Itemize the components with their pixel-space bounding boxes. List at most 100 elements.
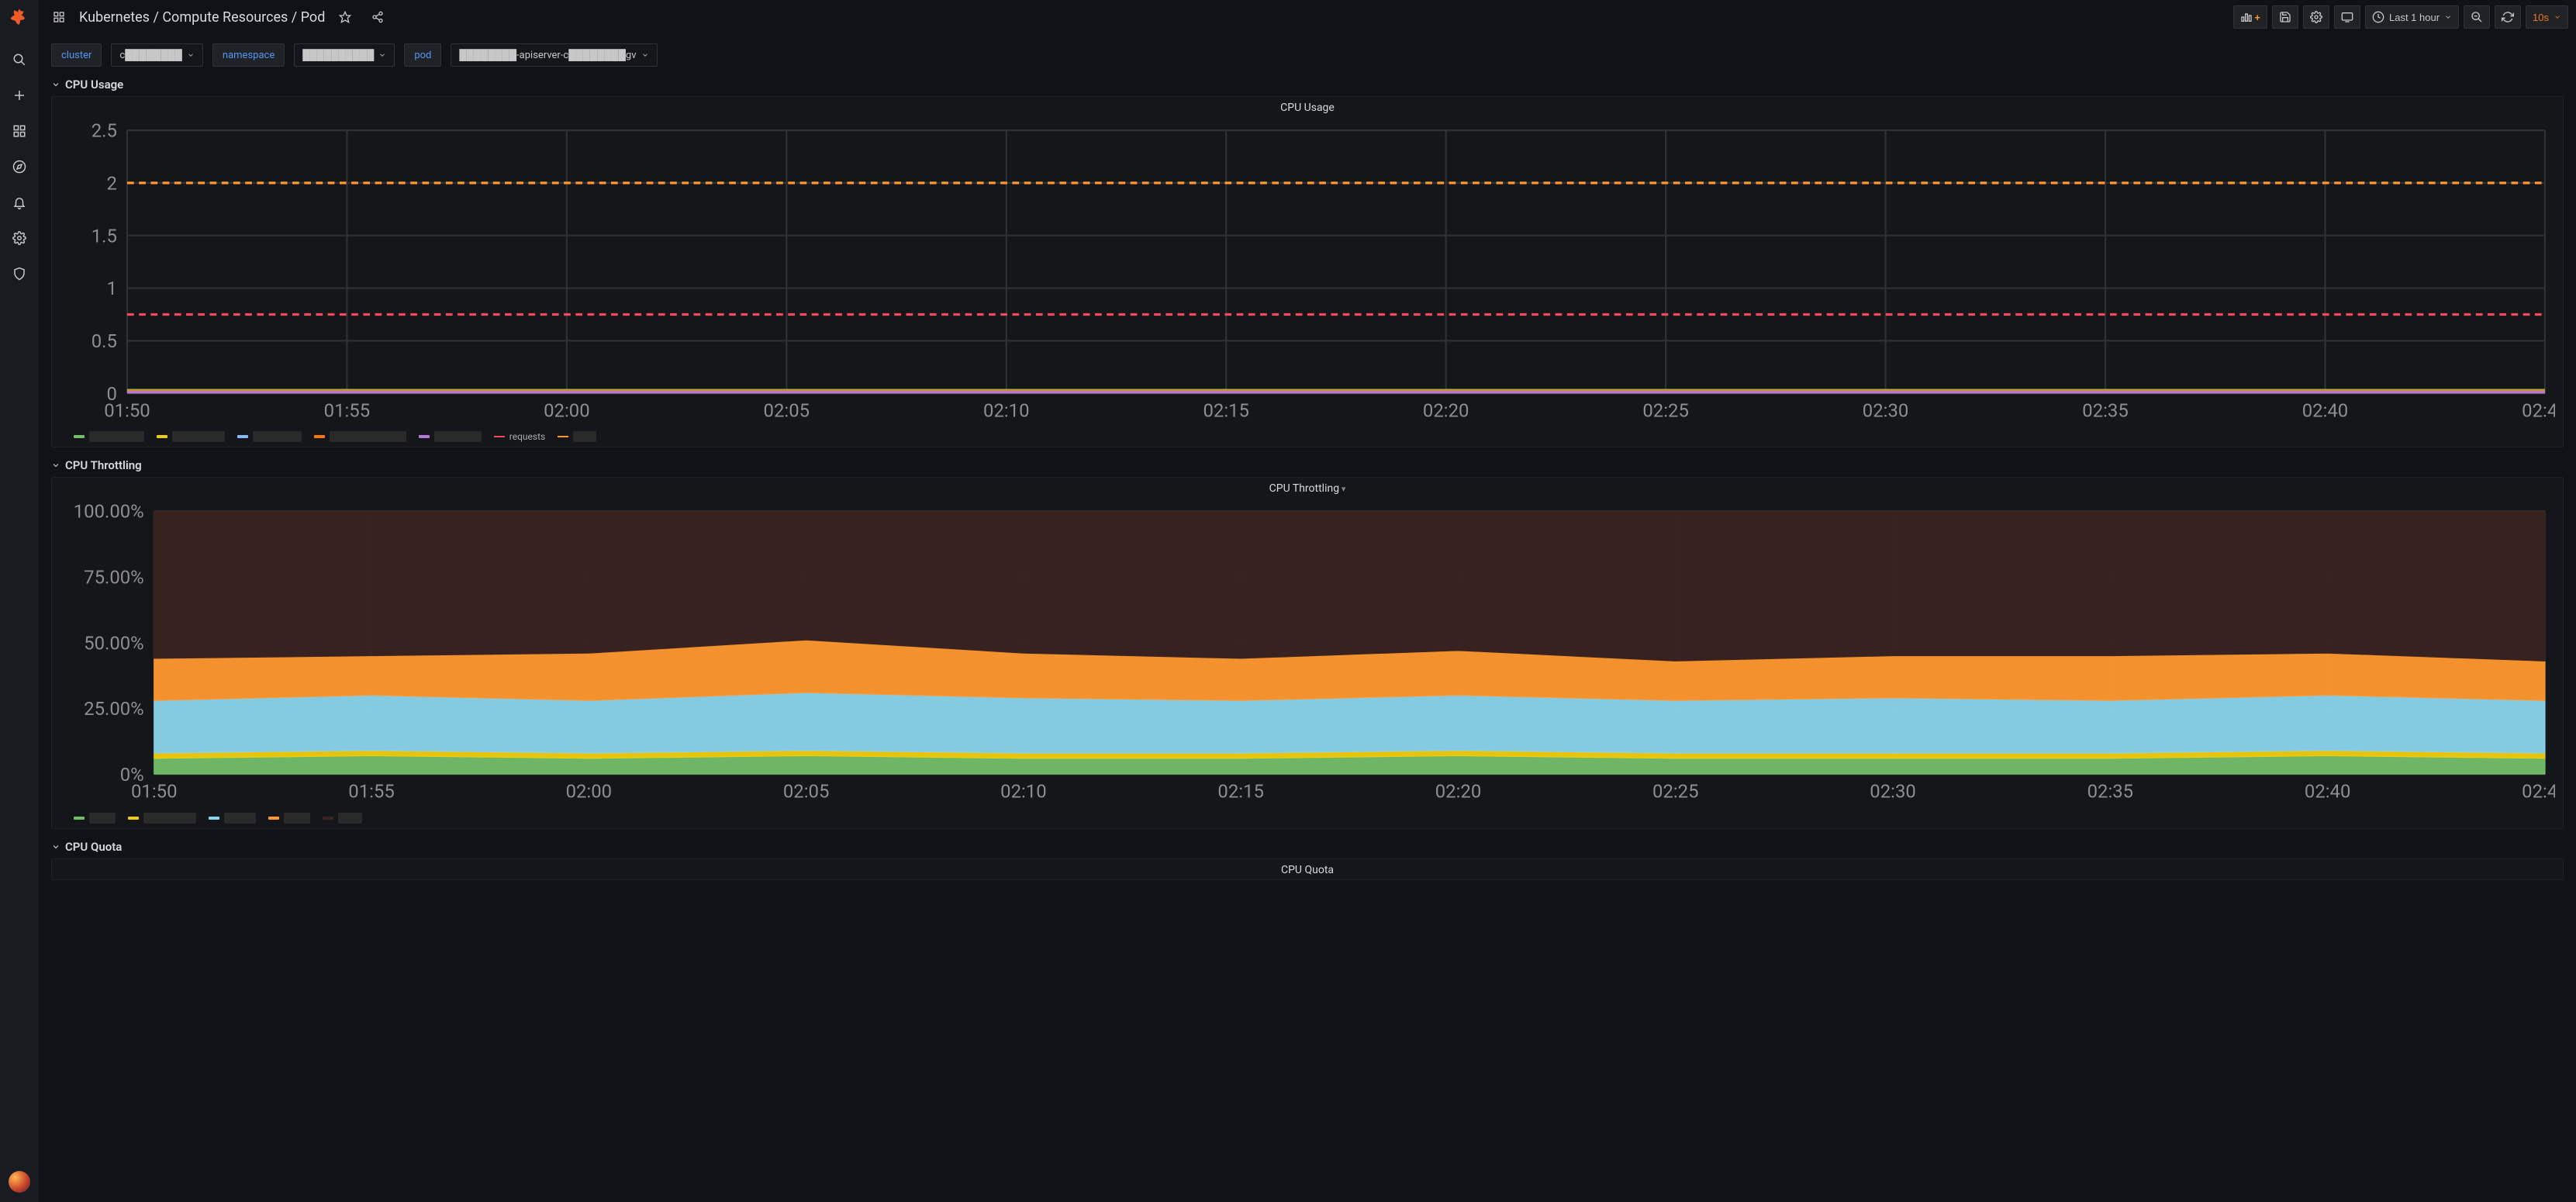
chevron-down-icon — [2444, 13, 2452, 21]
row-header-cpu-throttling[interactable]: CPU Throttling — [51, 458, 2564, 472]
svg-text:02:10: 02:10 — [1000, 781, 1047, 803]
chevron-down-icon — [187, 51, 195, 59]
legend-item[interactable]: ███k — [323, 813, 363, 824]
gear-icon[interactable] — [5, 223, 34, 253]
row-header-cpu-usage[interactable]: CPU Usage — [51, 78, 2564, 92]
legend-label: requests — [509, 431, 545, 442]
title-text: Kubernetes / Compute Resources / Pod — [79, 9, 325, 26]
add-panel-button[interactable]: + — [2233, 5, 2267, 29]
legend-label: ████hook — [434, 431, 481, 442]
legend-swatch — [209, 817, 219, 820]
svg-text:01:55: 01:55 — [348, 781, 395, 803]
legend-swatch — [314, 435, 325, 438]
shield-icon[interactable] — [5, 259, 34, 288]
refresh-interval-text: 10s — [2533, 12, 2549, 23]
svg-text:2: 2 — [106, 173, 116, 195]
var-label-namespace: namespace — [212, 43, 285, 67]
var-value: ██████████ — [302, 49, 374, 61]
svg-text:1.5: 1.5 — [92, 225, 117, 247]
refresh-button[interactable] — [2495, 5, 2521, 29]
legend-item[interactable]: ████ — [268, 813, 310, 824]
legend-item[interactable]: ██its — [558, 431, 596, 442]
chevron-down-icon — [51, 461, 60, 470]
cpu-usage-chart[interactable]: 00.511.522.501:5001:5502:0002:0502:1002:… — [60, 120, 2555, 423]
svg-text:02:20: 02:20 — [1423, 400, 1469, 422]
plus-icon[interactable] — [5, 81, 34, 110]
legend-item[interactable]: requests — [494, 431, 545, 442]
save-button[interactable] — [2272, 5, 2298, 29]
top-bar: Kubernetes / Compute Resources / Pod + L… — [39, 0, 2576, 34]
row-title: CPU Throttling — [65, 458, 142, 472]
panel-title[interactable]: CPU Throttling — [52, 478, 2563, 498]
legend-label: ███-metric ████ — [330, 431, 407, 442]
var-label-pod: pod — [404, 43, 441, 67]
legend-swatch — [268, 817, 279, 820]
dashboards-icon[interactable] — [5, 116, 34, 146]
panel-cpu-usage[interactable]: CPU Usage 00.511.522.501:5001:5502:0002:… — [51, 96, 2564, 447]
svg-text:01:50: 01:50 — [131, 781, 178, 803]
row-header-cpu-quota[interactable]: CPU Quota — [51, 840, 2564, 854]
template-vars-row: cluster c████████ namespace ██████████ p… — [51, 43, 2564, 67]
legend-item[interactable]: ████p — [209, 813, 256, 824]
svg-text:100.00%: 100.00% — [74, 501, 144, 523]
var-select-cluster[interactable]: c████████ — [111, 43, 203, 67]
grafana-logo[interactable] — [7, 6, 32, 31]
legend-swatch — [323, 817, 333, 820]
refresh-interval-picker[interactable]: 10s — [2526, 5, 2568, 29]
svg-text:01:55: 01:55 — [324, 400, 371, 422]
var-value: ████████-apiserver-c████████gv — [459, 49, 636, 61]
star-icon[interactable] — [333, 5, 357, 29]
legend-item[interactable]: ████ — [74, 813, 116, 824]
zoom-out-button[interactable] — [2464, 5, 2490, 29]
panel-title: CPU Usage — [52, 97, 2563, 117]
panel-cpu-throttling[interactable]: CPU Throttling 0%25.00%50.00%75.00%100.0… — [51, 477, 2564, 828]
time-range-picker[interactable]: Last 1 hour — [2365, 5, 2459, 29]
dashboard-title[interactable]: Kubernetes / Compute Resources / Pod — [79, 9, 325, 26]
share-icon[interactable] — [365, 5, 390, 29]
svg-text:02:00: 02:00 — [544, 400, 590, 422]
svg-text:02:15: 02:15 — [1217, 781, 1264, 803]
var-select-namespace[interactable]: ██████████ — [294, 43, 395, 67]
svg-text:02:05: 02:05 — [764, 400, 810, 422]
svg-text:50.00%: 50.00% — [84, 633, 144, 655]
legend-label: ████ — [89, 813, 116, 824]
panel-cpu-quota[interactable]: CPU Quota — [51, 858, 2564, 880]
var-value: c████████ — [119, 49, 182, 61]
svg-text:2.5: 2.5 — [92, 120, 117, 142]
svg-text:02:25: 02:25 — [1642, 400, 1689, 422]
svg-text:02:30: 02:30 — [1870, 781, 1916, 803]
legend-label: ██its — [573, 431, 596, 442]
time-range-text: Last 1 hour — [2389, 12, 2440, 23]
legend-item[interactable]: ████████ — [128, 813, 196, 824]
compass-icon[interactable] — [5, 152, 34, 181]
svg-text:1: 1 — [106, 278, 116, 299]
dashboards-dropdown-icon[interactable] — [47, 5, 71, 29]
cpu-throttling-chart[interactable]: 0%25.00%50.00%75.00%100.00%01:5001:5502:… — [60, 501, 2555, 804]
cpu-usage-legend: ████ ████ ████████ ███ ████ ███-metric ████… — [52, 428, 2563, 447]
settings-button[interactable] — [2303, 5, 2329, 29]
tv-mode-button[interactable] — [2334, 5, 2360, 29]
legend-item[interactable]: ████hook — [419, 431, 481, 442]
svg-text:02:25: 02:25 — [1652, 781, 1699, 803]
search-icon[interactable] — [5, 45, 34, 74]
panel-title: CPU Quota — [52, 859, 2563, 879]
legend-swatch — [157, 435, 167, 438]
legend-item[interactable]: ████ ████ — [74, 431, 144, 442]
legend-label: ████████ — [172, 431, 225, 442]
legend-label: ███ ████ — [253, 431, 302, 442]
var-select-pod[interactable]: ████████-apiserver-c████████gv — [451, 43, 657, 67]
chevron-down-icon — [51, 80, 60, 89]
bell-icon[interactable] — [5, 188, 34, 217]
svg-text:02:30: 02:30 — [1863, 400, 1909, 422]
svg-text:02:05: 02:05 — [783, 781, 830, 803]
svg-text:02:40: 02:40 — [2305, 781, 2351, 803]
svg-text:02:35: 02:35 — [2087, 781, 2134, 803]
var-label-cluster: cluster — [51, 43, 102, 67]
chevron-down-icon — [51, 842, 60, 851]
svg-text:0.5: 0.5 — [92, 330, 117, 352]
user-avatar[interactable] — [9, 1171, 30, 1193]
legend-item[interactable]: ███-metric ████ — [314, 431, 407, 442]
legend-item[interactable]: ███ ████ — [237, 431, 302, 442]
legend-swatch — [558, 436, 568, 437]
legend-item[interactable]: ████████ — [157, 431, 225, 442]
